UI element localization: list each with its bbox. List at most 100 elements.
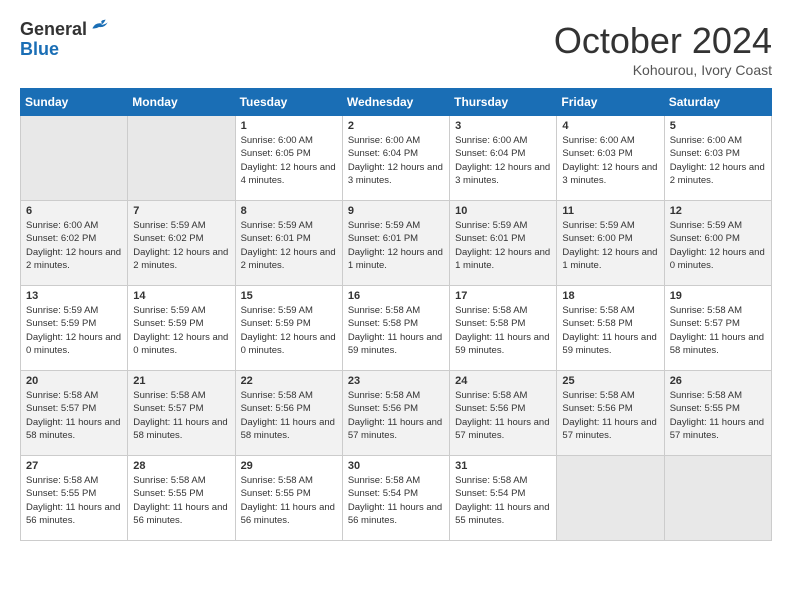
day-info: Sunrise: 5:59 AMSunset: 6:01 PMDaylight:…: [241, 219, 337, 272]
sunrise-text: Sunrise: 5:58 AM: [26, 475, 98, 486]
calendar-cell: 14Sunrise: 5:59 AMSunset: 5:59 PMDayligh…: [128, 286, 235, 371]
daylight-text: Daylight: 12 hours and 2 minutes.: [133, 247, 228, 271]
sunrise-text: Sunrise: 6:00 AM: [26, 220, 98, 231]
day-info: Sunrise: 5:58 AMSunset: 5:55 PMDaylight:…: [241, 474, 337, 527]
calendar-cell: 23Sunrise: 5:58 AMSunset: 5:56 PMDayligh…: [342, 371, 449, 456]
sunset-text: Sunset: 5:55 PM: [241, 488, 311, 499]
sunset-text: Sunset: 5:58 PM: [348, 318, 418, 329]
day-info: Sunrise: 5:58 AMSunset: 5:58 PMDaylight:…: [562, 304, 658, 357]
day-info: Sunrise: 5:58 AMSunset: 5:57 PMDaylight:…: [133, 389, 229, 442]
day-number: 11: [562, 205, 658, 217]
sunrise-text: Sunrise: 5:59 AM: [455, 220, 527, 231]
calendar-cell: 15Sunrise: 5:59 AMSunset: 5:59 PMDayligh…: [235, 286, 342, 371]
day-number: 2: [348, 120, 444, 132]
sunset-text: Sunset: 5:58 PM: [562, 318, 632, 329]
day-number: 29: [241, 460, 337, 472]
sunset-text: Sunset: 6:00 PM: [670, 233, 740, 244]
sunrise-text: Sunrise: 5:58 AM: [455, 390, 527, 401]
day-number: 10: [455, 205, 551, 217]
day-info: Sunrise: 5:58 AMSunset: 5:56 PMDaylight:…: [455, 389, 551, 442]
day-info: Sunrise: 5:58 AMSunset: 5:55 PMDaylight:…: [670, 389, 766, 442]
daylight-text: Daylight: 11 hours and 56 minutes.: [26, 502, 120, 526]
daylight-text: Daylight: 11 hours and 57 minutes.: [562, 417, 656, 441]
calendar-cell: 30Sunrise: 5:58 AMSunset: 5:54 PMDayligh…: [342, 456, 449, 541]
calendar-cell: 3Sunrise: 6:00 AMSunset: 6:04 PMDaylight…: [450, 116, 557, 201]
sunset-text: Sunset: 5:59 PM: [26, 318, 96, 329]
sunset-text: Sunset: 6:04 PM: [455, 148, 525, 159]
sunset-text: Sunset: 5:55 PM: [670, 403, 740, 414]
page-header: General Blue October 2024 Kohourou, Ivor…: [20, 20, 772, 78]
day-info: Sunrise: 6:00 AMSunset: 6:03 PMDaylight:…: [670, 134, 766, 187]
location-text: Kohourou, Ivory Coast: [554, 62, 772, 78]
calendar-cell: 27 Sunrise: 5:58 AMSunset: 5:55 PMDayligh…: [21, 456, 128, 541]
calendar-cell: 24 Sunrise: 5:58 AMSunset: 5:56 PMDayligh…: [450, 371, 557, 456]
day-number: 23: [348, 375, 444, 387]
sunset-text: Sunset: 5:57 PM: [670, 318, 740, 329]
day-info: Sunrise: 5:59 AMSunset: 6:01 PMDaylight:…: [455, 219, 551, 272]
calendar-cell: 1Sunrise: 6:00 AMSunset: 6:05 PMDaylight…: [235, 116, 342, 201]
sunset-text: Sunset: 5:54 PM: [348, 488, 418, 499]
sunset-text: Sunset: 6:02 PM: [133, 233, 203, 244]
daylight-text: Daylight: 11 hours and 56 minutes.: [348, 502, 442, 526]
logo: General Blue: [20, 20, 109, 60]
calendar-cell: [664, 456, 771, 541]
calendar-cell: 2Sunrise: 6:00 AMSunset: 6:04 PMDaylight…: [342, 116, 449, 201]
sunrise-text: Sunrise: 5:58 AM: [133, 475, 205, 486]
header-day-sunday: Sunday: [21, 89, 128, 116]
header-day-tuesday: Tuesday: [235, 89, 342, 116]
sunset-text: Sunset: 6:00 PM: [562, 233, 632, 244]
daylight-text: Daylight: 12 hours and 4 minutes.: [241, 162, 336, 186]
daylight-text: Daylight: 12 hours and 3 minutes.: [562, 162, 657, 186]
calendar-cell: 7Sunrise: 5:59 AMSunset: 6:02 PMDaylight…: [128, 201, 235, 286]
sunset-text: Sunset: 5:59 PM: [241, 318, 311, 329]
calendar-week-row: 6Sunrise: 6:00 AMSunset: 6:02 PMDaylight…: [21, 201, 772, 286]
calendar-cell: [128, 116, 235, 201]
sunrise-text: Sunrise: 5:59 AM: [241, 220, 313, 231]
daylight-text: Daylight: 11 hours and 58 minutes.: [241, 417, 335, 441]
day-number: 4: [562, 120, 658, 132]
day-number: 26: [670, 375, 766, 387]
month-title: October 2024: [554, 20, 772, 62]
day-number: 5: [670, 120, 766, 132]
day-number: 27: [26, 460, 122, 472]
sunrise-text: Sunrise: 5:58 AM: [241, 475, 313, 486]
calendar-cell: 19Sunrise: 5:58 AMSunset: 5:57 PMDayligh…: [664, 286, 771, 371]
day-number: 20: [26, 375, 122, 387]
day-number: 9: [348, 205, 444, 217]
header-day-thursday: Thursday: [450, 89, 557, 116]
daylight-text: Daylight: 11 hours and 58 minutes.: [133, 417, 227, 441]
day-number: 30: [348, 460, 444, 472]
daylight-text: Daylight: 11 hours and 58 minutes.: [670, 332, 764, 356]
day-number: 17: [455, 290, 551, 302]
sunrise-text: Sunrise: 6:00 AM: [562, 135, 634, 146]
calendar-cell: 22Sunrise: 5:58 AMSunset: 5:56 PMDayligh…: [235, 371, 342, 456]
day-info: Sunrise: 5:59 AMSunset: 6:02 PMDaylight:…: [133, 219, 229, 272]
sunrise-text: Sunrise: 5:58 AM: [670, 390, 742, 401]
day-info: Sunrise: 5:58 AMSunset: 5:57 PMDaylight:…: [670, 304, 766, 357]
calendar-cell: 9Sunrise: 5:59 AMSunset: 6:01 PMDaylight…: [342, 201, 449, 286]
day-info: Sunrise: 6:00 AMSunset: 6:05 PMDaylight:…: [241, 134, 337, 187]
daylight-text: Daylight: 12 hours and 3 minutes.: [348, 162, 443, 186]
day-number: 8: [241, 205, 337, 217]
calendar-cell: 18 Sunrise: 5:58 AMSunset: 5:58 PMDayligh…: [557, 286, 664, 371]
sunset-text: Sunset: 6:01 PM: [348, 233, 418, 244]
day-info: Sunrise: 5:58 AMSunset: 5:58 PMDaylight:…: [348, 304, 444, 357]
calendar-table: SundayMondayTuesdayWednesdayThursdayFrid…: [20, 88, 772, 541]
sunset-text: Sunset: 6:02 PM: [26, 233, 96, 244]
sunrise-text: Sunrise: 5:58 AM: [348, 305, 420, 316]
day-info: Sunrise: 5:58 AMSunset: 5:54 PMDaylight:…: [455, 474, 551, 527]
calendar-header-row: SundayMondayTuesdayWednesdayThursdayFrid…: [21, 89, 772, 116]
logo-bird-icon: [89, 15, 109, 35]
sunrise-text: Sunrise: 5:59 AM: [26, 305, 98, 316]
calendar-cell: 28Sunrise: 5:58 AMSunset: 5:55 PMDayligh…: [128, 456, 235, 541]
sunrise-text: Sunrise: 5:59 AM: [133, 305, 205, 316]
calendar-cell: 25Sunrise: 5:58 AMSunset: 5:56 PMDayligh…: [557, 371, 664, 456]
sunset-text: Sunset: 5:54 PM: [455, 488, 525, 499]
daylight-text: Daylight: 12 hours and 0 minutes.: [133, 332, 228, 356]
sunrise-text: Sunrise: 5:59 AM: [348, 220, 420, 231]
sunrise-text: Sunrise: 5:58 AM: [455, 475, 527, 486]
day-number: 18: [562, 290, 658, 302]
day-info: Sunrise: 5:58 AMSunset: 5:55 PMDaylight:…: [26, 474, 122, 527]
sunset-text: Sunset: 5:56 PM: [348, 403, 418, 414]
day-number: 24: [455, 375, 551, 387]
